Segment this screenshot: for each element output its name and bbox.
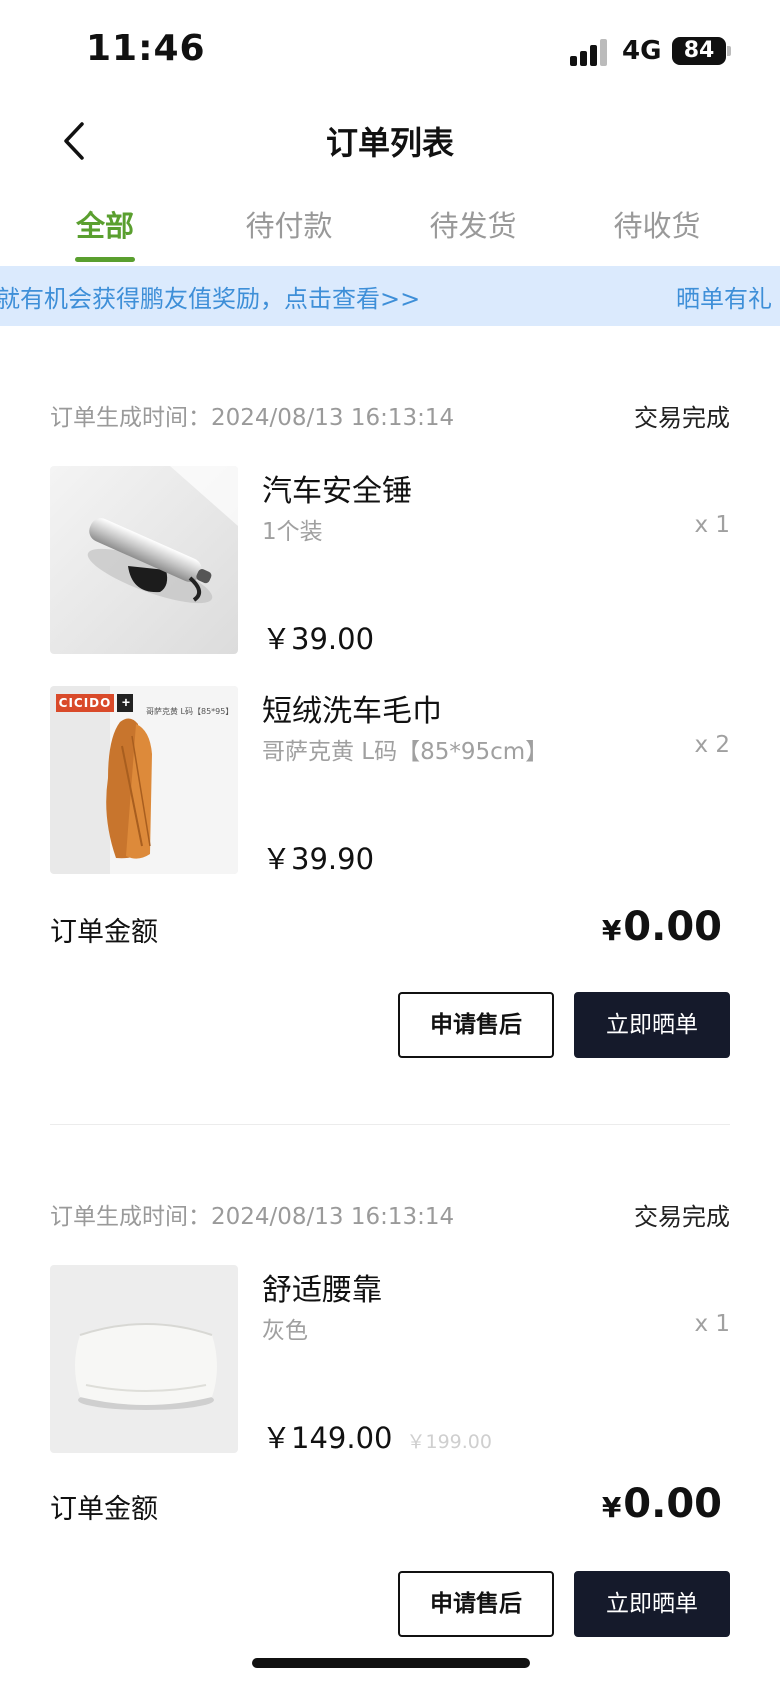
order-amount-value: ¥0.00 <box>602 904 722 950</box>
amount-number: 0.00 <box>623 1481 722 1527</box>
item-name: 短绒洗车毛巾 <box>262 694 442 729</box>
item-name: 舒适腰靠 <box>262 1273 382 1308</box>
network-type: 4G <box>622 36 662 66</box>
status-time: 11:46 <box>86 28 206 69</box>
item-qty: x 2 <box>694 732 730 758</box>
thumb-caption-text: 哥萨克黄 L码【85*95】 <box>146 707 234 716</box>
order-tabs: 全部 待付款 待发货 待收货 <box>0 195 780 265</box>
order-item[interactable]: 舒适腰靠 灰色 x 1 ￥149.00 ￥199.00 <box>50 1265 730 1455</box>
post-review-button[interactable]: 立即晒单 <box>574 1571 730 1637</box>
order-time: 订单生成时间：2024/08/13 16:13:14 <box>50 405 455 431</box>
lumbar-pillow-image <box>50 1265 238 1453</box>
item-name: 汽车安全锤 <box>262 474 412 509</box>
item-price: ￥39.00 <box>262 622 375 656</box>
order-amount-label: 订单金额 <box>50 1494 158 1525</box>
order-time: 订单生成时间：2024/08/13 16:13:14 <box>50 1204 455 1230</box>
after-sale-button[interactable]: 申请售后 <box>398 1571 554 1637</box>
post-review-button[interactable]: 立即晒单 <box>574 992 730 1058</box>
amount-currency: ¥ <box>601 1491 622 1524</box>
tab-pending-shipment[interactable]: 待发货 <box>393 203 553 245</box>
banner-text: 就有机会获得鹏友值奖励，点击查看>> <box>0 285 421 313</box>
item-spec: 灰色 <box>262 1318 308 1344</box>
car-towel-image: + CICIDO 哥萨克黄 L码【85*95】 <box>50 686 238 874</box>
item-price: ￥39.90 <box>262 842 375 876</box>
banner-text-next: 晒单有礼 <box>676 285 772 313</box>
order-amount-value: ¥0.00 <box>602 1481 722 1527</box>
price-original: ￥199.00 <box>406 1431 492 1453</box>
active-tab-indicator <box>75 257 135 262</box>
order-item[interactable]: 汽车安全锤 1个装 x 1 ￥39.00 <box>50 466 730 656</box>
order-status: 交易完成 <box>634 1203 730 1231</box>
tab-pending-receipt[interactable]: 待收货 <box>577 203 737 245</box>
battery-icon: 84 <box>672 37 726 65</box>
home-indicator[interactable] <box>252 1658 530 1668</box>
item-qty: x 1 <box>694 1311 730 1337</box>
status-bar: 11:46 4G 84 <box>0 0 780 100</box>
amount-number: 0.00 <box>623 904 722 950</box>
tab-all[interactable]: 全部 <box>25 203 185 245</box>
thumb-brand-text: CICIDO <box>58 696 112 710</box>
signal-icon <box>570 38 610 66</box>
amount-currency: ¥ <box>601 914 622 947</box>
battery-cap <box>727 46 731 56</box>
order-list-page: 11:46 4G 84 订单列表 全部 待付款 待发货 待收货 就有机会获得鹏友… <box>0 0 780 1688</box>
svg-text:+: + <box>122 694 130 710</box>
order-amount-label: 订单金额 <box>50 917 158 948</box>
after-sale-button[interactable]: 申请售后 <box>398 992 554 1058</box>
promo-banner[interactable]: 就有机会获得鹏友值奖励，点击查看>> 晒单有礼 <box>0 266 780 326</box>
item-spec: 哥萨克黄 L码【85*95cm】 <box>262 739 549 765</box>
item-spec: 1个装 <box>262 519 323 545</box>
order-divider <box>50 1124 730 1125</box>
page-title: 订单列表 <box>325 124 454 162</box>
order-item[interactable]: + CICIDO 哥萨克黄 L码【85*95】 短绒洗车毛巾 哥萨克黄 L码【8… <box>50 686 730 876</box>
nav-bar: 订单列表 <box>0 100 780 180</box>
item-price: ￥149.00 ￥199.00 <box>262 1415 492 1457</box>
price-current: ￥149.00 <box>262 1421 393 1455</box>
tab-pending-payment[interactable]: 待付款 <box>209 203 369 245</box>
safety-hammer-image <box>50 466 238 654</box>
item-qty: x 1 <box>694 512 730 538</box>
order-status: 交易完成 <box>634 404 730 432</box>
